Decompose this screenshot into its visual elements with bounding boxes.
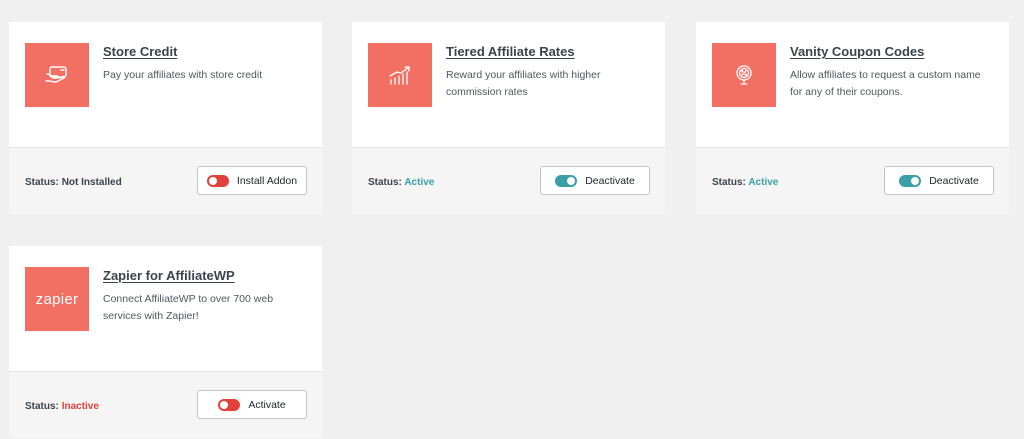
toggle-switch-on bbox=[899, 174, 922, 187]
toggle-switch-off bbox=[218, 398, 241, 411]
button-label: Activate bbox=[248, 398, 286, 411]
bar-chart-icon bbox=[368, 43, 432, 107]
button-label: Deactivate bbox=[929, 174, 979, 187]
addon-card-store-credit: Store Credit Pay your affiliates with st… bbox=[9, 22, 322, 214]
addon-card-header: Tiered Affiliate Rates Reward your affil… bbox=[352, 22, 665, 147]
status-value: Inactive bbox=[61, 401, 99, 412]
deactivate-button[interactable]: Deactivate bbox=[884, 166, 994, 195]
install-addon-button[interactable]: Install Addon bbox=[197, 166, 307, 195]
zapier-logo: zapier bbox=[25, 267, 89, 331]
coupon-badge-icon bbox=[712, 43, 776, 107]
button-label: Deactivate bbox=[585, 174, 635, 187]
status-label: Status: bbox=[25, 177, 59, 188]
deactivate-button[interactable]: Deactivate bbox=[540, 166, 650, 195]
addon-card-zapier: zapier Zapier for AffiliateWP Connect Af… bbox=[9, 246, 322, 438]
status-label: Status: bbox=[368, 177, 402, 188]
addon-status: Status: Active bbox=[368, 177, 434, 188]
addon-card-vanity-coupon-codes: Vanity Coupon Codes Allow affiliates to … bbox=[696, 22, 1009, 214]
addon-status: Status: Inactive bbox=[25, 401, 99, 412]
store-credit-icon bbox=[25, 43, 89, 107]
addon-description: Allow affiliates to request a custom nam… bbox=[790, 69, 981, 98]
addon-title-link[interactable]: Vanity Coupon Codes bbox=[790, 44, 924, 59]
addon-description: Connect AffiliateWP to over 700 web serv… bbox=[103, 293, 274, 322]
addon-title-link[interactable]: Zapier for AffiliateWP bbox=[103, 268, 235, 283]
toggle-switch-off bbox=[206, 174, 229, 187]
addon-card-footer: Status: Active Deactivate bbox=[696, 147, 1009, 214]
addon-card-header: Store Credit Pay your affiliates with st… bbox=[9, 22, 322, 147]
toggle-switch-on bbox=[555, 174, 578, 187]
addon-card-header: zapier Zapier for AffiliateWP Connect Af… bbox=[9, 246, 322, 371]
addon-description: Pay your affiliates with store credit bbox=[103, 69, 263, 81]
addon-status: Status: Active bbox=[712, 177, 778, 188]
addon-card-footer: Status: Inactive Activate bbox=[9, 371, 322, 438]
status-label: Status: bbox=[712, 177, 746, 188]
button-label: Install Addon bbox=[236, 174, 298, 187]
status-value: Active bbox=[404, 177, 435, 188]
addon-title-link[interactable]: Tiered Affiliate Rates bbox=[446, 44, 575, 59]
addon-card-header: Vanity Coupon Codes Allow affiliates to … bbox=[696, 22, 1009, 147]
activate-button[interactable]: Activate bbox=[197, 390, 307, 419]
zapier-logo-text: zapier bbox=[35, 290, 79, 308]
status-label: Status: bbox=[25, 401, 59, 412]
addon-card-footer: Status: Active Deactivate bbox=[352, 147, 665, 214]
addon-description: Reward your affiliates with higher commi… bbox=[446, 69, 601, 98]
addon-card-footer: Status: Not Installed Install Addon bbox=[9, 147, 322, 214]
addon-card-tiered-affiliate-rates: Tiered Affiliate Rates Reward your affil… bbox=[352, 22, 665, 214]
addon-status: Status: Not Installed bbox=[25, 177, 122, 188]
addon-title-link[interactable]: Store Credit bbox=[103, 44, 177, 59]
status-value: Not Installed bbox=[61, 177, 122, 188]
status-value: Active bbox=[748, 177, 779, 188]
